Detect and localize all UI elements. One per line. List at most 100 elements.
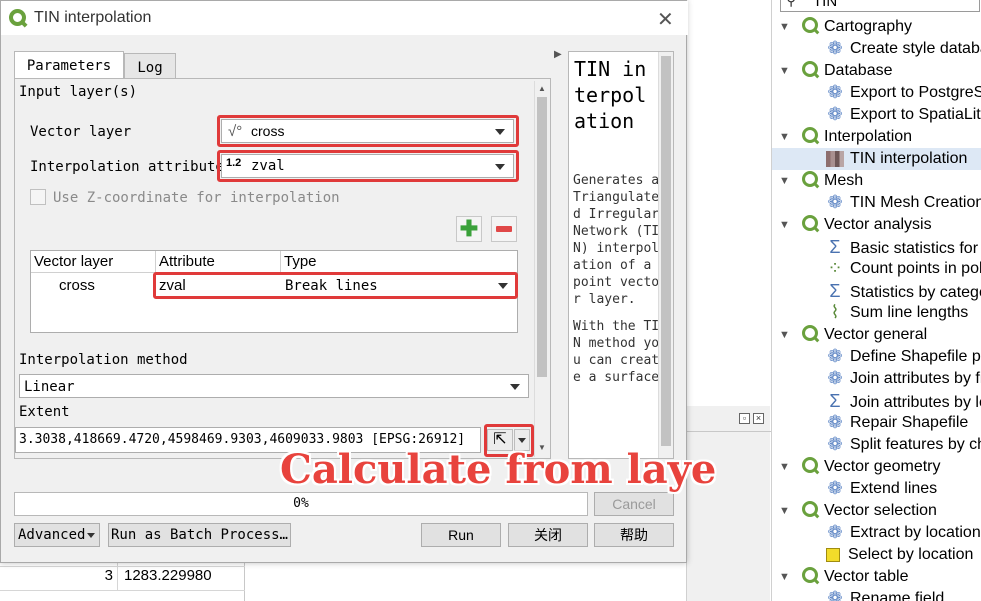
tree-item[interactable]: Select by location — [772, 544, 981, 566]
tree-group[interactable]: ▼ Vector general — [772, 324, 981, 346]
qgis-logo-icon — [802, 60, 818, 77]
tree-item[interactable]: ❁ Create style database — [772, 38, 981, 60]
tree-item[interactable]: Σ Basic statistics for fields — [772, 236, 981, 258]
tree-item[interactable]: ❁ Extend lines — [772, 478, 981, 500]
tree-item[interactable]: ❁ Repair Shapefile — [772, 412, 981, 434]
interpolation-attribute-combo[interactable]: 1.2 zval — [221, 154, 514, 178]
help-panel: TIN interpolation Generates a Triangulat… — [568, 51, 674, 459]
column-header[interactable]: Type — [281, 251, 517, 273]
chevron-down-icon[interactable] — [498, 283, 508, 289]
close-icon[interactable]: × — [753, 413, 764, 424]
tree-group-label: Interpolation — [824, 128, 913, 145]
run-button[interactable]: Run — [421, 523, 501, 547]
batch-process-button[interactable]: Run as Batch Process… — [108, 523, 291, 547]
parameters-scrollbar[interactable]: ▲ ▼ — [534, 81, 549, 457]
chevron-down-icon[interactable]: ▼ — [779, 456, 790, 478]
tree-item[interactable]: Σ Join attributes by location — [772, 390, 981, 412]
use-z-label: Use Z-coordinate for interpolation — [53, 190, 340, 206]
remove-layer-button[interactable] — [491, 216, 517, 242]
help-title: TIN interpolation — [574, 57, 647, 133]
gear-icon: ❁ — [827, 588, 843, 601]
row-value: 1283.229980 — [124, 567, 212, 584]
tree-item[interactable]: ❁ Export to PostgreSQL — [772, 82, 981, 104]
float-icon[interactable]: ▫ — [739, 413, 750, 424]
qgis-logo-icon — [802, 500, 818, 517]
search-icon: ⚲ — [786, 0, 797, 8]
help-scrollbar[interactable] — [658, 52, 673, 458]
chevron-down-icon[interactable]: ▼ — [779, 170, 790, 192]
tree-item[interactable]: ⁘ Count points in polygon — [772, 258, 981, 280]
scroll-thumb[interactable] — [537, 97, 547, 377]
vector-layer-label: Vector layer — [30, 124, 132, 140]
interpolation-method-combo[interactable]: Linear — [19, 374, 529, 398]
vector-layer-combo[interactable]: √° cross — [221, 119, 514, 143]
tree-item[interactable]: ❁ Rename field — [772, 588, 981, 601]
close-button[interactable]: 关闭 — [508, 523, 588, 547]
tree-item-label: Count points in polygon — [850, 260, 981, 278]
tree-group[interactable]: ▼ Vector analysis — [772, 214, 981, 236]
tab-parameters[interactable]: Parameters — [14, 51, 124, 80]
use-z-checkbox[interactable] — [30, 189, 46, 205]
help-button[interactable]: 帮助 — [594, 523, 674, 547]
tree-item-label: Sum line lengths — [850, 304, 969, 322]
tree-item[interactable]: ⌇ Sum line lengths — [772, 302, 981, 324]
tree-group[interactable]: ▼ Cartography — [772, 16, 981, 38]
tree-group-label: Vector analysis — [824, 216, 932, 233]
chevron-down-icon[interactable]: ▼ — [779, 126, 790, 148]
tree-item[interactable]: Σ Statistics by categories — [772, 280, 981, 302]
chevron-down-icon — [518, 438, 526, 443]
tree-item[interactable]: ❁ Join attributes by field value — [772, 368, 981, 390]
qgis-logo-icon — [9, 9, 26, 26]
table-cell-attribute[interactable]: zval — [159, 277, 186, 294]
cancel-button[interactable]: Cancel — [594, 492, 674, 516]
scroll-up-icon[interactable]: ▲ — [538, 84, 546, 93]
chevron-down-icon[interactable]: ▼ — [779, 324, 790, 346]
search-input[interactable]: ⚲ TIN — [780, 0, 980, 12]
tree-item-label: Repair Shapefile — [850, 414, 969, 432]
column-header[interactable]: Attribute — [156, 251, 281, 273]
expand-arrow-icon[interactable]: ▶ — [554, 49, 562, 60]
chevron-down-icon[interactable]: ▼ — [779, 16, 790, 38]
gear-icon: ❁ — [827, 346, 843, 366]
close-icon[interactable]: ✕ — [657, 7, 674, 32]
table-row[interactable]: 3 1283.229980 — [0, 561, 245, 591]
chevron-down-icon — [495, 129, 505, 135]
interpolation-attribute-label: Interpolation attribute — [30, 159, 224, 175]
add-layer-button[interactable]: ✚ — [456, 216, 482, 242]
processing-toolbox: ⚲ TIN ▼ Cartography ❁ Create style database… — [771, 0, 981, 601]
table-cell-type[interactable]: Break lines — [285, 278, 378, 294]
tree-group[interactable]: ▼ Interpolation — [772, 126, 981, 148]
sigma-icon: Σ — [829, 281, 841, 301]
tree-group[interactable]: ▼ Vector table — [772, 566, 981, 588]
tree-group[interactable]: ▼ Vector selection — [772, 500, 981, 522]
table-cell-layer[interactable]: cross — [59, 277, 95, 294]
tree-item-label: Export to SpatiaLite — [850, 106, 981, 124]
tree-item[interactable]: TIN interpolation — [772, 148, 981, 170]
chevron-down-icon — [510, 384, 520, 390]
tree-group-label: Vector selection — [824, 502, 937, 519]
tree-item-label: Extract by location — [850, 524, 981, 542]
tree-group[interactable]: ▼ Vector geometry — [772, 456, 981, 478]
qgis-logo-icon — [802, 126, 818, 143]
tree-group[interactable]: ▼ Database — [772, 60, 981, 82]
tree-item[interactable]: ❁ TIN Mesh Creation — [772, 192, 981, 214]
column-header[interactable]: Vector layer — [31, 251, 156, 273]
chevron-down-icon[interactable]: ▼ — [779, 500, 790, 522]
tree-item-label: Extend lines — [850, 480, 938, 498]
advanced-button[interactable]: Advanced — [14, 523, 100, 547]
tree-item[interactable]: ❁ Split features by character — [772, 434, 981, 456]
chevron-down-icon[interactable]: ▼ — [779, 60, 790, 82]
minus-icon — [496, 226, 512, 232]
tree-group[interactable]: ▼ Mesh — [772, 170, 981, 192]
chevron-down-icon[interactable]: ▼ — [779, 214, 790, 236]
tree-item[interactable]: ❁ Export to SpatiaLite — [772, 104, 981, 126]
tab-log[interactable]: Log — [124, 53, 176, 79]
gear-icon: ❁ — [827, 522, 843, 542]
tree-item[interactable]: ❁ Define Shapefile projection — [772, 346, 981, 368]
row-index: 3 — [0, 561, 118, 591]
raster-icon — [826, 150, 844, 167]
scroll-thumb[interactable] — [661, 56, 671, 446]
tree-item[interactable]: ❁ Extract by location — [772, 522, 981, 544]
chevron-down-icon — [495, 164, 505, 170]
chevron-down-icon[interactable]: ▼ — [779, 566, 790, 588]
